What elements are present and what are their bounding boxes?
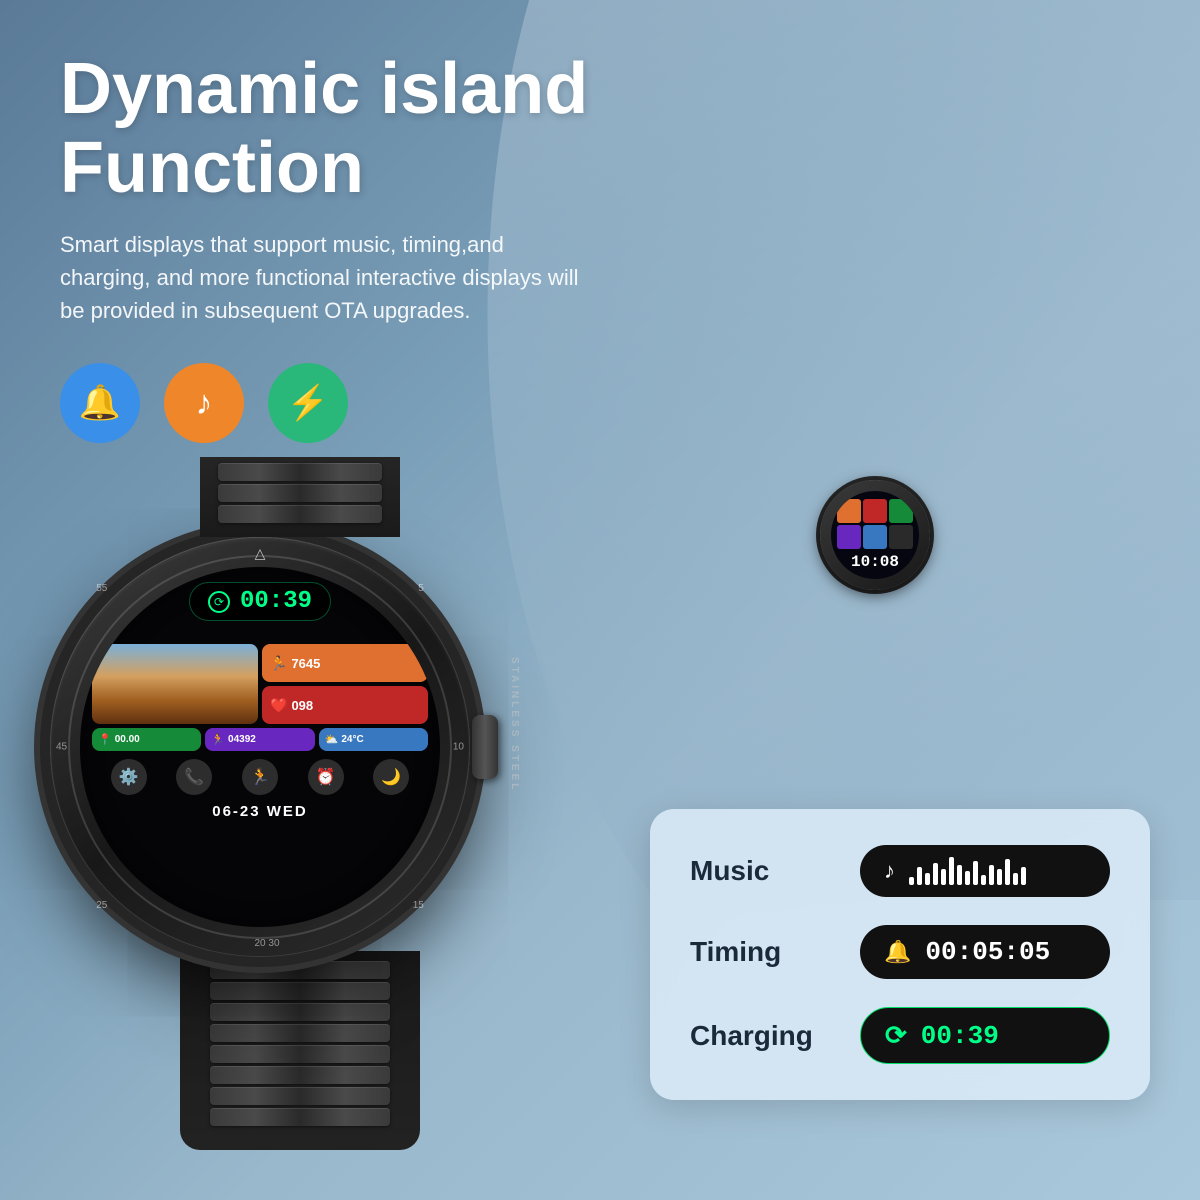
wrist-watch-screen: 10:08: [831, 491, 919, 579]
watch-screen: ⟳ 00:39 A... 🏃: [80, 567, 440, 927]
wrist-watch-section: 10:08: [820, 480, 930, 590]
steps2-value: 04392: [228, 734, 256, 745]
charging-pill: ⟳ 00:39: [860, 1007, 1110, 1064]
watch-icon-sleep[interactable]: 🌙: [373, 759, 409, 795]
watch-tile-steps: 🏃 7645: [262, 644, 428, 682]
charging-value: 00:39: [921, 1021, 999, 1051]
bezel-num-35: 30: [268, 938, 279, 949]
charging-pill-icon: ⟳: [885, 1020, 907, 1051]
bezel-mark-top: △: [255, 545, 266, 562]
watch-tile-location: 📍 00.00: [92, 728, 201, 751]
watch-icon-alarm[interactable]: ⏰: [308, 759, 344, 795]
bezel-num-20: 20: [254, 938, 265, 949]
feature-icons-row: 🔔 ♪ ⚡: [60, 363, 1140, 443]
watch-tile-heart: ❤️ 098: [262, 686, 428, 724]
steps-value: 7645: [291, 656, 320, 671]
music-icon-circle: ♪: [164, 363, 244, 443]
music-note-icon: ♪: [196, 384, 213, 423]
wrist-watch-bezel: 10:08: [820, 480, 930, 590]
header-subtitle: Smart displays that support music, timin…: [60, 228, 580, 327]
heart-value: 098: [291, 698, 313, 713]
bezel-num-45: 45: [56, 742, 67, 753]
lightning-icon: ⚡: [287, 383, 329, 423]
timing-pill: 🔔 00:05:05: [860, 925, 1110, 979]
timing-label: Timing: [690, 936, 820, 968]
bell-pill-icon: 🔔: [884, 939, 911, 965]
info-row-music: Music ♪: [690, 845, 1110, 897]
music-pill-icon: ♪: [884, 858, 895, 884]
bezel-num-10: 10: [453, 742, 464, 753]
weather-value: 24°C: [341, 734, 363, 745]
charging-indicator-icon: ⟳: [208, 591, 230, 613]
wrist-watch-grid: [837, 499, 913, 549]
timing-value: 00:05:05: [925, 937, 1050, 967]
music-label: Music: [690, 855, 820, 887]
notification-icon-circle: 🔔: [60, 363, 140, 443]
stainless-steel-label: STAINLESS STEEL: [509, 657, 520, 792]
music-bars: [909, 857, 1026, 885]
watch-icon-activity[interactable]: 🏃: [242, 759, 278, 795]
watch-bezel: △ 55 5 10 15 20 25 45 40 30 35 ⟳ 00:39: [50, 537, 470, 957]
info-panel: Music ♪: [650, 809, 1150, 1100]
watch-tile-weather: ⛅ 24°C: [319, 728, 428, 751]
header-section: Dynamic island Function Smart displays t…: [60, 50, 1140, 443]
watch-band-bottom: [180, 951, 420, 1150]
music-pill: ♪: [860, 845, 1110, 897]
bell-icon: 🔔: [79, 383, 121, 423]
watch-tile-steps2: 🏃 04392: [205, 728, 314, 751]
wrist-watch-time: 10:08: [851, 553, 899, 571]
watch-tile-image: [92, 644, 258, 724]
dynamic-island-bar: ⟳ 00:39: [190, 583, 330, 620]
watch-date: 06-23 WED: [212, 803, 308, 820]
info-row-charging: Charging ⟳ 00:39: [690, 1007, 1110, 1064]
info-row-timing: Timing 🔔 00:05:05: [690, 925, 1110, 979]
location-value: 00.00: [115, 734, 140, 745]
watch-band-top: [200, 457, 400, 537]
charging-label: Charging: [690, 1020, 820, 1052]
watch-section: △ 55 5 10 15 20 25 45 40 30 35 ⟳ 00:39: [50, 457, 550, 1150]
page-title: Dynamic island Function: [60, 50, 620, 208]
bezel-num-5: 5: [418, 583, 424, 594]
watch-icon-phone[interactable]: 📞: [176, 759, 212, 795]
watch-crown[interactable]: [472, 715, 498, 779]
dynamic-island-time: 00:39: [240, 588, 312, 615]
watch-icon-settings[interactable]: ⚙️: [111, 759, 147, 795]
music-app-label: A...: [96, 622, 118, 638]
charging-icon-circle: ⚡: [268, 363, 348, 443]
bezel-num-55: 55: [96, 583, 107, 594]
